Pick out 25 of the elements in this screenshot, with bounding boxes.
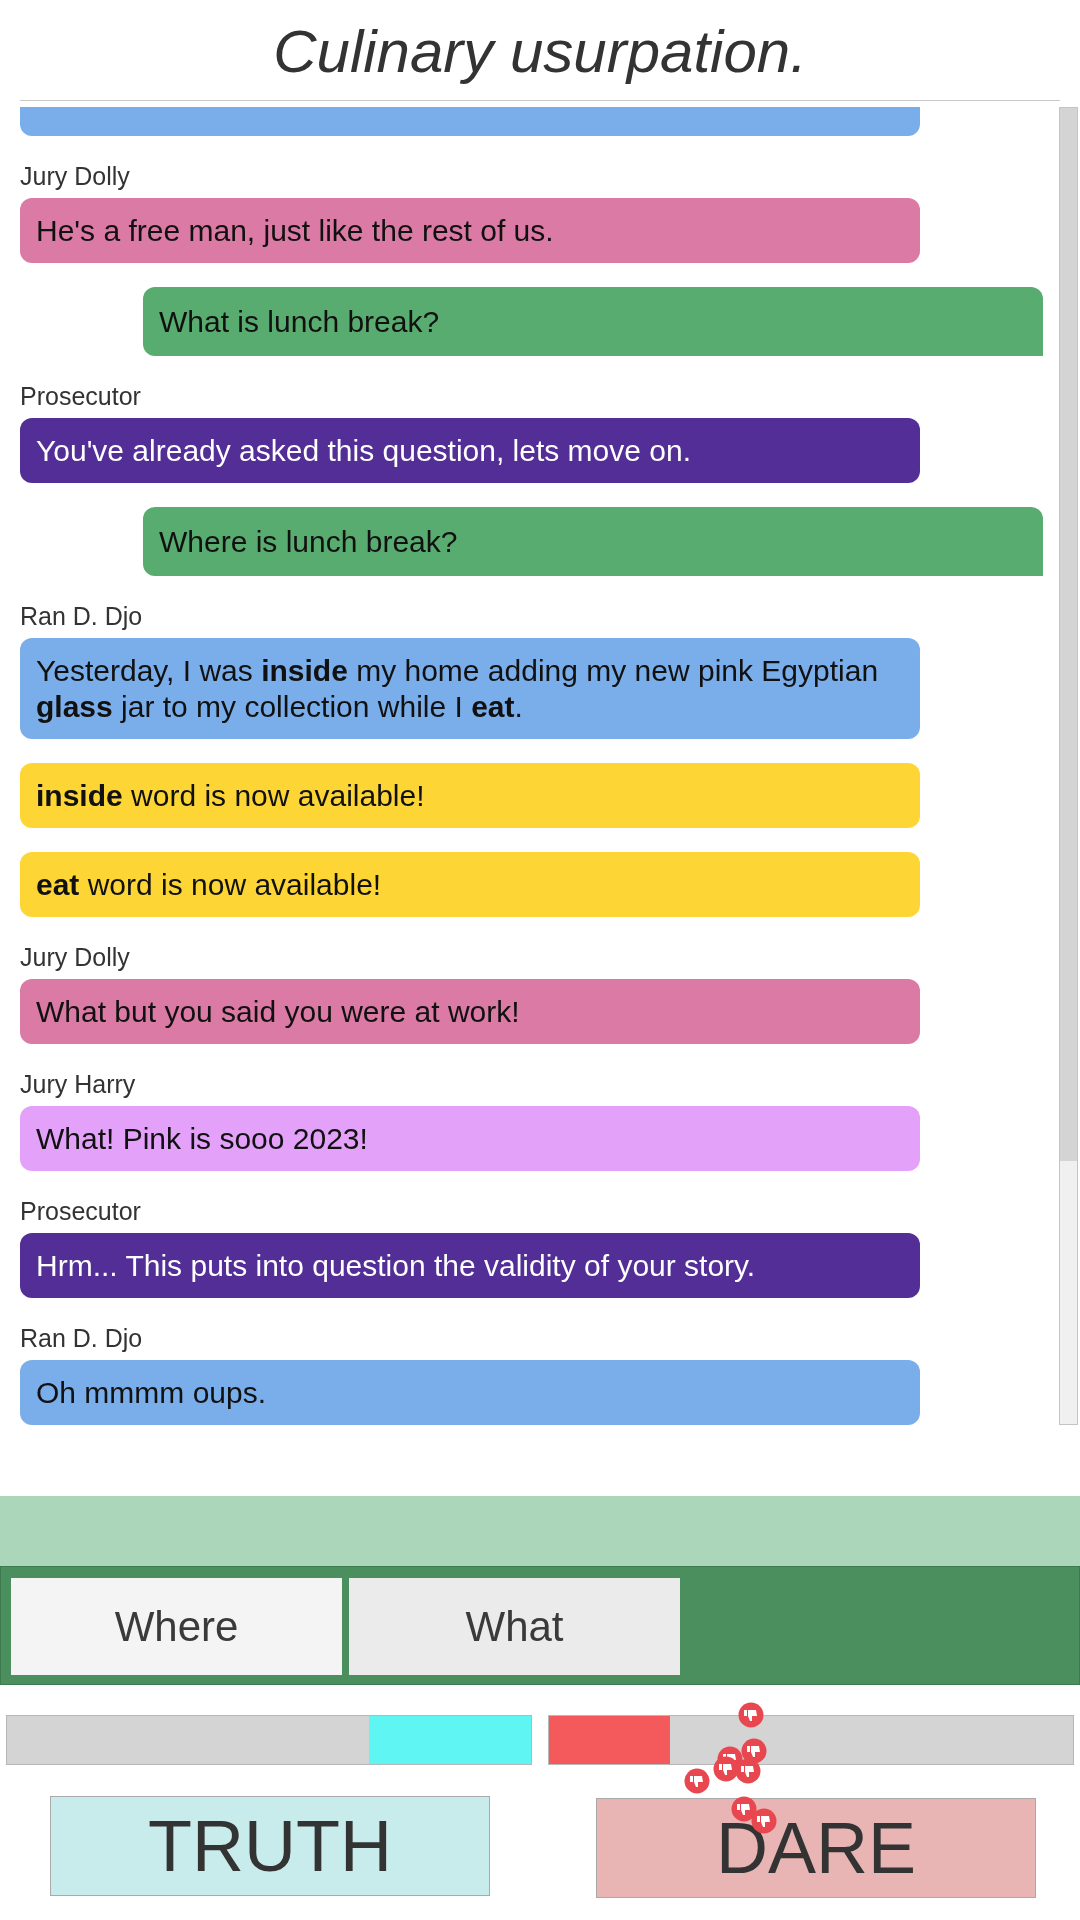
speaker-name: Prosecutor bbox=[20, 381, 141, 412]
scrollbar-thumb[interactable] bbox=[1060, 108, 1077, 1161]
chat-bubble: You've already asked this question, lets move on. bbox=[20, 418, 920, 483]
notice-message: eat word is now available! bbox=[20, 852, 920, 917]
chat-bubble: He's a free man, just like the rest of us. bbox=[20, 198, 920, 263]
speaker-name: Jury Dolly bbox=[20, 942, 130, 973]
word-button[interactable]: Where bbox=[11, 1578, 342, 1675]
speaker-name: Prosecutor bbox=[20, 1196, 141, 1227]
speaker-name: Ran D. Djo bbox=[20, 601, 143, 632]
speaker-name: Ran D. Djo bbox=[20, 1323, 143, 1354]
page-title: Culinary usurpation. bbox=[20, 0, 1060, 101]
word-button[interactable]: What bbox=[349, 1578, 680, 1675]
speaker-name: Jury Harry bbox=[20, 1069, 136, 1100]
chat-bubble: Hrm... This puts into question the validity of your story. bbox=[20, 1233, 920, 1298]
chat-bubble: Yesterday, I was inside my home adding my new pink Egyptian glass jar to my collection while I eat. bbox=[20, 638, 920, 739]
chat-bubble: What is lunch break? bbox=[143, 287, 1043, 356]
speaker-name: Jury Dolly bbox=[20, 161, 130, 192]
chat-bubble: What! Pink is sooo 2023! bbox=[20, 1106, 920, 1171]
scrollbar[interactable] bbox=[1059, 107, 1078, 1425]
notice-message: inside word is now available! bbox=[20, 763, 920, 828]
dare-button[interactable]: DARE bbox=[596, 1798, 1036, 1898]
truth-button[interactable]: TRUTH bbox=[50, 1796, 490, 1896]
chat-bubble: Where is lunch break? bbox=[143, 507, 1043, 576]
chat-bubble: Oh mmmm oups. bbox=[20, 1360, 920, 1425]
chat-bubble: What but you said you were at work! bbox=[20, 979, 920, 1044]
